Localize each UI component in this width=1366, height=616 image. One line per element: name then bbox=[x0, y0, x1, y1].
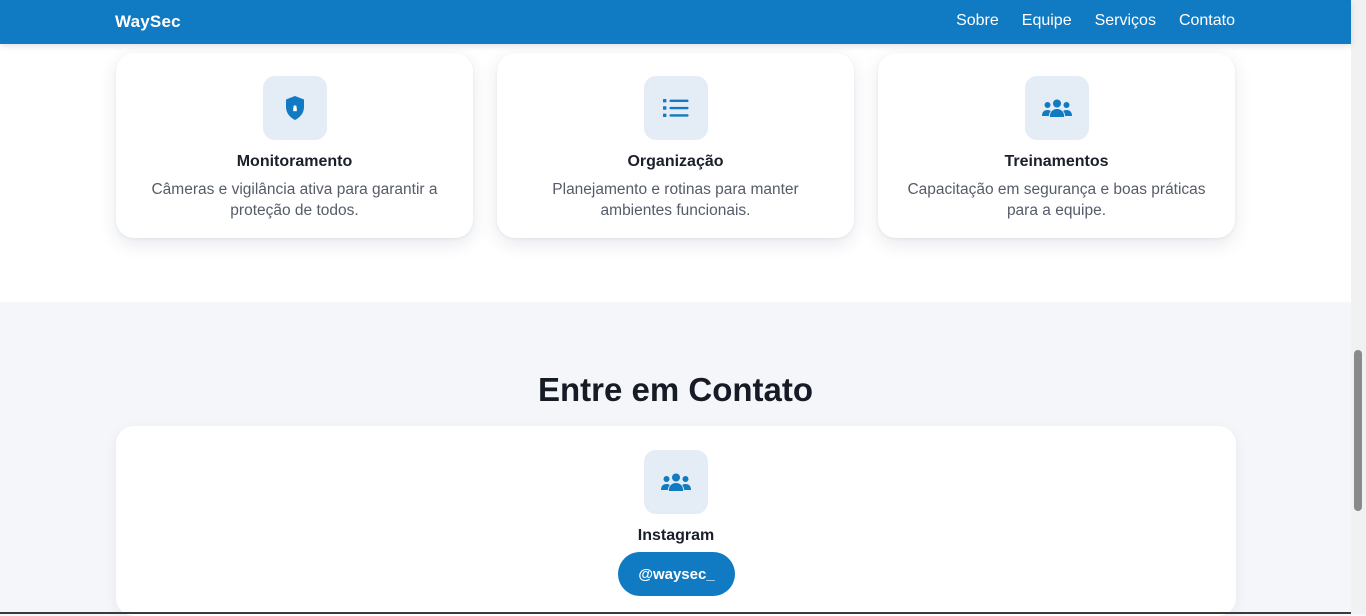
nav-link-servicos[interactable]: Serviços bbox=[1095, 11, 1156, 31]
top-navbar: WaySec Sobre Equipe Serviços Contato bbox=[0, 0, 1351, 44]
contact-title: Instagram bbox=[637, 527, 715, 544]
scrollbar-track[interactable] bbox=[1351, 0, 1366, 614]
contact-card-instagram: Instagram @waysec_ bbox=[116, 426, 1236, 616]
nav-link-equipe[interactable]: Equipe bbox=[1022, 11, 1072, 31]
icon-box bbox=[643, 76, 708, 140]
scrollbar-thumb[interactable] bbox=[1354, 350, 1362, 511]
service-card-treinamentos: Treinamentos Capacitação em segurança e … bbox=[878, 53, 1235, 238]
service-title: Monitoramento bbox=[236, 153, 353, 170]
service-card-organizacao: Organização Planejamento e rotinas para … bbox=[497, 53, 854, 238]
users-icon bbox=[1041, 99, 1072, 117]
service-title: Treinamentos bbox=[1004, 153, 1109, 170]
service-title: Organização bbox=[627, 153, 724, 170]
icon-box bbox=[644, 450, 708, 514]
brand-logo[interactable]: WaySec bbox=[115, 12, 181, 32]
contact-section: Entre em Contato Instagram @waysec_ bbox=[0, 302, 1351, 616]
service-description: Capacitação em segurança e boas práticas… bbox=[907, 181, 1206, 219]
service-description: Planejamento e rotinas para manter ambie… bbox=[552, 181, 799, 219]
icon-box bbox=[1024, 76, 1089, 140]
nav-link-sobre[interactable]: Sobre bbox=[956, 11, 999, 31]
service-card-monitoramento: Monitoramento Câmeras e vigilância ativa… bbox=[116, 53, 473, 238]
shield-icon bbox=[285, 96, 304, 120]
users-icon bbox=[661, 473, 691, 491]
service-description: Câmeras e vigilância ativa para garantir… bbox=[151, 181, 438, 219]
instagram-handle-button[interactable]: @waysec_ bbox=[618, 552, 735, 596]
icon-box bbox=[262, 76, 327, 140]
section-heading: Entre em Contato bbox=[537, 371, 814, 408]
nav-links: Sobre Equipe Serviços Contato bbox=[956, 11, 1235, 31]
nav-link-contato[interactable]: Contato bbox=[1179, 11, 1235, 31]
list-icon bbox=[662, 99, 688, 117]
services-section: Monitoramento Câmeras e vigilância ativa… bbox=[0, 0, 1351, 302]
